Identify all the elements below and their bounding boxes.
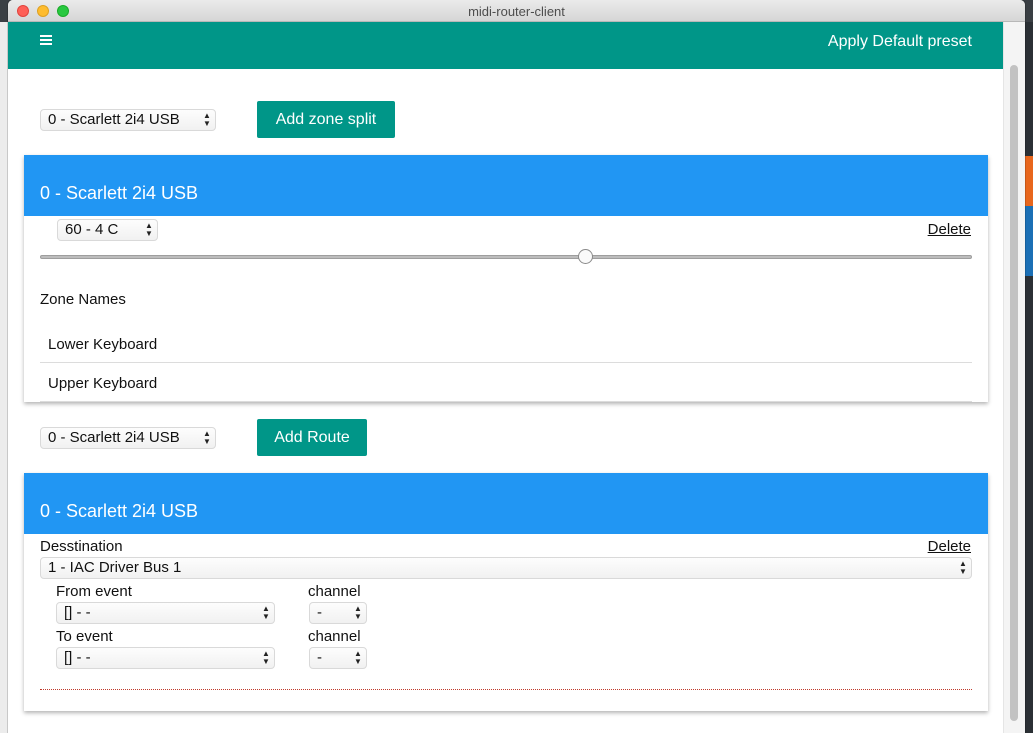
to-event-value: [] - - (64, 649, 91, 666)
to-event-select[interactable]: [] - - ▲ ▼ (56, 647, 275, 669)
delete-route-link[interactable]: Delete (928, 538, 971, 555)
title-bar[interactable]: midi-router-client (8, 0, 1025, 22)
app-content: Apply Default preset 0 - Scarlett 2i4 US… (8, 22, 1025, 733)
from-event-label: From event (56, 583, 132, 600)
select-arrows-icon: ▲ ▼ (354, 649, 362, 666)
route-card: 0 - Scarlett 2i4 USB Desstination Delete… (24, 473, 988, 711)
from-event-select[interactable]: [] - - ▲ ▼ (56, 602, 275, 624)
destination-select[interactable]: 1 - IAC Driver Bus 1 ▲ ▼ (40, 557, 972, 579)
to-event-label: To event (56, 628, 113, 645)
select-arrows-icon: ▲ ▼ (145, 221, 153, 238)
route-device-select[interactable]: 0 - Scarlett 2i4 USB ▲ ▼ (40, 427, 216, 449)
from-event-value: [] - - (64, 604, 91, 621)
select-arrows-icon: ▲ ▼ (203, 111, 211, 128)
split-point-slider-thumb[interactable] (577, 249, 593, 264)
destination-label: Desstination (40, 538, 123, 555)
select-arrows-icon: ▲ ▼ (354, 604, 362, 621)
hamburger-menu-icon[interactable] (40, 35, 52, 47)
zone-split-card-header: 0 - Scarlett 2i4 USB (24, 155, 988, 216)
split-point-slider[interactable] (40, 255, 972, 259)
split-note-value: 60 - 4 C (65, 221, 119, 238)
scrollbar-thumb[interactable] (1010, 65, 1018, 721)
zone-split-card: 0 - Scarlett 2i4 USB 60 - 4 C ▲ ▼ Delete … (24, 155, 988, 402)
zone-name-item[interactable]: Lower Keyboard (40, 324, 972, 363)
select-arrows-icon: ▲ ▼ (959, 559, 967, 576)
select-arrows-icon: ▲ ▼ (262, 649, 270, 666)
add-zone-split-button[interactable]: Add zone split (257, 101, 395, 138)
zone-names-label: Zone Names (40, 291, 126, 308)
destination-value: 1 - IAC Driver Bus 1 (48, 559, 182, 576)
split-note-select[interactable]: 60 - 4 C ▲ ▼ (57, 219, 158, 241)
add-route-button[interactable]: Add Route (257, 419, 367, 456)
from-channel-label: channel (308, 583, 361, 600)
route-divider (40, 689, 972, 690)
app-window: midi-router-client Apply Default preset … (8, 0, 1025, 733)
window-title: midi-router-client (468, 4, 565, 19)
apply-default-preset-button[interactable]: Apply Default preset (828, 33, 972, 51)
to-channel-value: - (317, 649, 322, 666)
from-channel-select[interactable]: - ▲ ▼ (309, 602, 367, 624)
from-channel-value: - (317, 604, 322, 621)
select-arrows-icon: ▲ ▼ (262, 604, 270, 621)
zone-split-device-select[interactable]: 0 - Scarlett 2i4 USB ▲ ▼ (40, 109, 216, 131)
select-arrows-icon: ▲ ▼ (203, 429, 211, 446)
vertical-scrollbar[interactable] (1003, 22, 1025, 733)
zone-name-item[interactable]: Upper Keyboard (40, 363, 972, 402)
route-device-value: 0 - Scarlett 2i4 USB (48, 429, 180, 446)
delete-zone-split-link[interactable]: Delete (928, 221, 971, 238)
route-card-header: 0 - Scarlett 2i4 USB (24, 473, 988, 534)
to-channel-select[interactable]: - ▲ ▼ (309, 647, 367, 669)
app-bar: Apply Default preset (8, 22, 1003, 69)
to-channel-label: channel (308, 628, 361, 645)
zone-split-device-value: 0 - Scarlett 2i4 USB (48, 111, 180, 128)
